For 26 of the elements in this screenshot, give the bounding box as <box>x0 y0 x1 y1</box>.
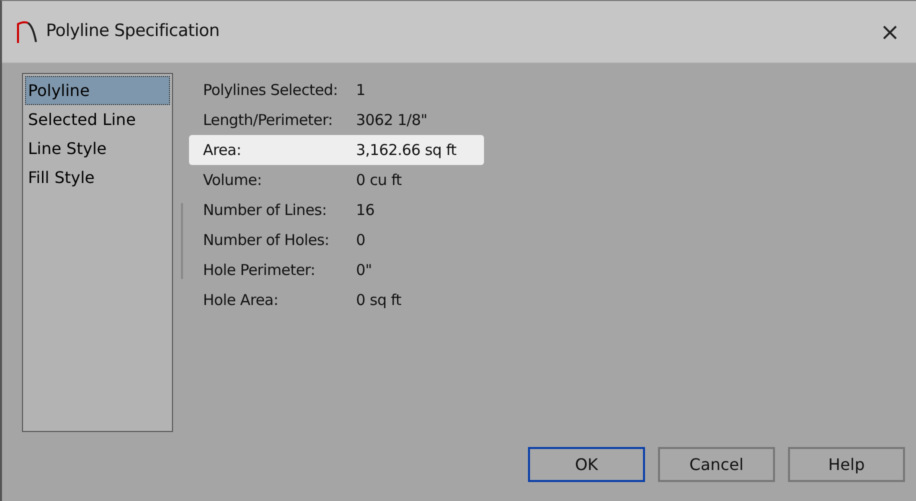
sidebar-item[interactable]: Line Style <box>25 134 170 163</box>
property-label: Number of Lines: <box>203 200 328 221</box>
sidebar-item[interactable]: Fill Style <box>25 163 170 192</box>
close-button[interactable]: × <box>876 20 904 44</box>
ok-button[interactable]: OK <box>528 447 645 482</box>
property-value: 1 <box>356 80 366 101</box>
window-title: Polyline Specification <box>46 20 220 43</box>
property-value: 0 sq ft <box>356 290 402 311</box>
property-value: 0 <box>356 230 366 251</box>
property-label: Volume: <box>203 170 263 191</box>
property-value: 16 <box>356 200 374 221</box>
property-value: 0" <box>356 260 372 281</box>
help-button[interactable]: Help <box>788 447 905 482</box>
property-label: Length/Perimeter: <box>203 110 334 131</box>
app-icon <box>16 20 38 44</box>
property-label: Hole Area: <box>203 290 280 311</box>
property-value: 3,162.66 sq ft <box>356 140 456 161</box>
property-label: Area: <box>203 140 242 161</box>
property-value: 3062 1/8" <box>356 110 428 131</box>
property-label: Polylines Selected: <box>203 80 339 101</box>
cancel-button[interactable]: Cancel <box>658 447 775 482</box>
property-label: Hole Perimeter: <box>203 260 316 281</box>
property-label: Number of Holes: <box>203 230 330 251</box>
sidebar-item[interactable]: Selected Line <box>25 105 170 134</box>
sidebar-item[interactable]: Polyline <box>25 76 170 105</box>
property-value: 0 cu ft <box>356 170 402 191</box>
